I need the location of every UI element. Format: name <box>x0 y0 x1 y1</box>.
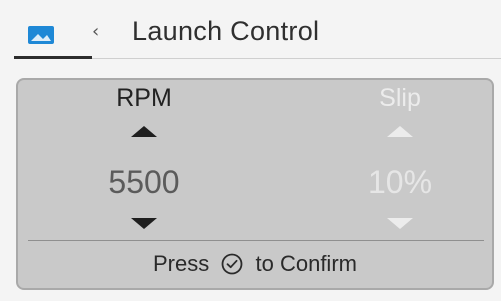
slip-label: Slip <box>379 84 421 112</box>
header-divider <box>92 58 501 59</box>
panel-divider <box>28 240 484 241</box>
slip-value: 10% <box>367 164 433 200</box>
rpm-label: RPM <box>116 84 172 112</box>
check-circle-icon <box>221 253 243 275</box>
launch-control-panel: RPM 5500 Slip 10% Press to Confirm <box>16 78 494 290</box>
chevron-left-icon[interactable]: ‹ <box>92 22 106 42</box>
confirm-prefix: Press <box>153 251 210 276</box>
page-title: Launch Control <box>132 16 320 46</box>
confirm-hint: Press to Confirm <box>18 251 492 277</box>
rpm-control: RPM 5500 <box>64 80 224 240</box>
rpm-decrease-arrow-icon[interactable] <box>131 218 157 229</box>
image-icon[interactable] <box>26 20 68 50</box>
header-bar: ‹ Launch Control <box>0 0 501 62</box>
slip-control: Slip 10% <box>320 80 480 240</box>
slip-increase-arrow-icon <box>387 126 413 137</box>
rpm-value: 5500 <box>108 164 180 200</box>
rpm-increase-arrow-icon[interactable] <box>131 126 157 137</box>
active-tab-indicator <box>14 56 92 59</box>
slip-decrease-arrow-icon <box>387 218 413 229</box>
confirm-suffix: to Confirm <box>255 251 357 276</box>
